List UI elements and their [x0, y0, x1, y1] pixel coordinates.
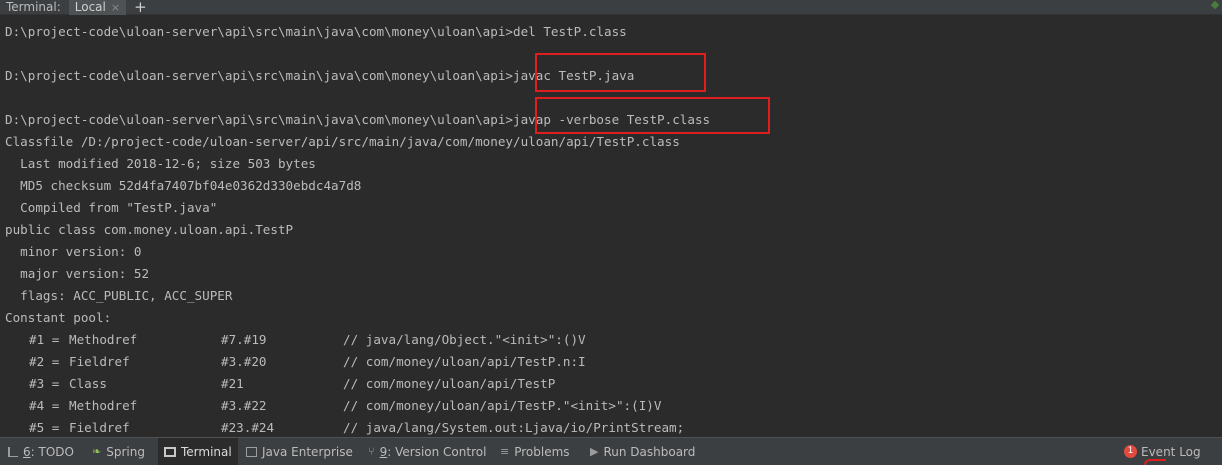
terminal-line: Last modified 2018-12-6; size 503 bytes — [5, 156, 316, 171]
terminal-line: major version: 52 — [5, 266, 150, 281]
terminal-output[interactable]: D:\project-code\uloan-server\api\src\mai… — [0, 21, 1222, 435]
constant-pool-row: #5 = Fieldref #23.#24 // java/lang/Syste… — [0, 417, 1222, 435]
cp-type: Class — [69, 376, 107, 391]
terminal-panel-title: Terminal: — [6, 0, 61, 14]
run-dashboard-label: Run Dashboard — [603, 444, 696, 459]
tool-window-terminal[interactable]: Terminal — [158, 438, 238, 465]
highlight-box-javac — [535, 53, 706, 92]
version-control-mnemonic: 9 — [379, 444, 388, 459]
terminal-line: Classfile /D:/project-code/uloan-server/… — [5, 134, 680, 149]
cp-type: Fieldref — [69, 354, 130, 369]
ide-window: Terminal: Local × + D:\project-code\uloa… — [0, 0, 1222, 465]
cp-ref: #23.#24 — [221, 420, 275, 435]
tool-window-java-enterprise[interactable]: Java Enterprise — [240, 438, 359, 465]
cp-type: Methodref — [69, 398, 138, 413]
cp-type: Fieldref — [69, 420, 130, 435]
cp-ref: #21 — [221, 376, 244, 391]
tool-window-spring[interactable]: ❧ Spring — [86, 438, 151, 465]
constant-pool-row: #2 = Fieldref #3.#20 // com/money/uloan/… — [0, 351, 1222, 373]
java-enterprise-label: Java Enterprise — [262, 444, 353, 459]
tool-window-problems[interactable]: ≡ Problems — [494, 438, 576, 465]
version-control-label: : Version Control — [387, 444, 487, 459]
terminal-line: minor version: 0 — [5, 244, 142, 259]
todo-mnemonic: 6 — [23, 444, 31, 459]
tab-local[interactable]: Local × — [68, 0, 127, 15]
settings-corner-icon[interactable] — [1210, 0, 1220, 10]
tool-window-run-dashboard[interactable]: ▶ Run Dashboard — [584, 438, 701, 465]
terminal-line: flags: ACC_PUBLIC, ACC_SUPER — [5, 288, 233, 303]
terminal-line: MD5 checksum 52d4fa7407bf04e0362d330ebdc… — [5, 178, 362, 193]
constant-pool-row: #3 = Class #21 // com/money/uloan/api/Te… — [0, 373, 1222, 395]
constant-pool-row: #4 = Methodref #3.#22 // com/money/uloan… — [0, 395, 1222, 417]
cp-comment: // com/money/uloan/api/TestP — [343, 376, 556, 391]
version-control-icon: ⑂ — [368, 445, 375, 458]
tool-window-version-control[interactable]: ⑂ 9: Version Control — [362, 438, 492, 465]
problems-label: Problems — [514, 444, 570, 459]
terminal-tab-bar: Terminal: Local × + — [0, 0, 1222, 15]
highlight-mark-event-log — [1144, 459, 1166, 465]
terminal-line: D:\project-code\uloan-server\api\src\mai… — [5, 24, 627, 39]
cp-index: #3 = — [29, 376, 60, 391]
event-log-badge: 1 — [1124, 445, 1137, 458]
terminal-label: Terminal — [181, 444, 232, 459]
todo-icon — [8, 446, 18, 457]
run-dashboard-icon: ▶ — [590, 445, 599, 458]
cp-index: #5 = — [29, 420, 60, 435]
cp-type: Methodref — [69, 332, 138, 347]
tab-local-label: Local — [74, 0, 106, 14]
cp-comment: // java/lang/System.out:Ljava/io/PrintSt… — [343, 420, 685, 435]
tool-window-todo[interactable]: 6: TODO — [2, 438, 80, 465]
java-enterprise-icon — [246, 446, 257, 457]
cp-ref: #7.#19 — [221, 332, 267, 347]
cp-index: #4 = — [29, 398, 60, 413]
spring-label: Spring — [106, 444, 145, 459]
cp-index: #2 = — [29, 354, 60, 369]
constant-pool-row: #1 = Methodref #7.#19 // java/lang/Objec… — [0, 329, 1222, 351]
close-icon[interactable]: × — [111, 0, 120, 15]
cp-ref: #3.#20 — [221, 354, 267, 369]
terminal-line: Constant pool: — [5, 310, 112, 325]
terminal-line: public class com.money.uloan.api.TestP — [5, 222, 294, 237]
cp-index: #1 = — [29, 332, 60, 347]
add-tab-icon[interactable]: + — [134, 0, 147, 15]
todo-label: : TODO — [30, 444, 74, 459]
highlight-box-javap — [535, 97, 770, 134]
terminal-line: Compiled from "TestP.java" — [5, 200, 218, 215]
spring-icon: ❧ — [92, 445, 102, 458]
cp-comment: // com/money/uloan/api/TestP."<init>":(I… — [343, 398, 662, 413]
event-log-label: Event Log — [1141, 444, 1201, 459]
cp-comment: // java/lang/Object."<init>":()V — [343, 332, 586, 347]
tool-window-bar: 6: TODO ❧ Spring Terminal Java Enterpris… — [0, 437, 1222, 465]
cp-ref: #3.#22 — [221, 398, 267, 413]
terminal-icon — [164, 446, 176, 457]
cp-comment: // com/money/uloan/api/TestP.n:I — [343, 354, 586, 369]
problems-icon: ≡ — [500, 445, 510, 458]
